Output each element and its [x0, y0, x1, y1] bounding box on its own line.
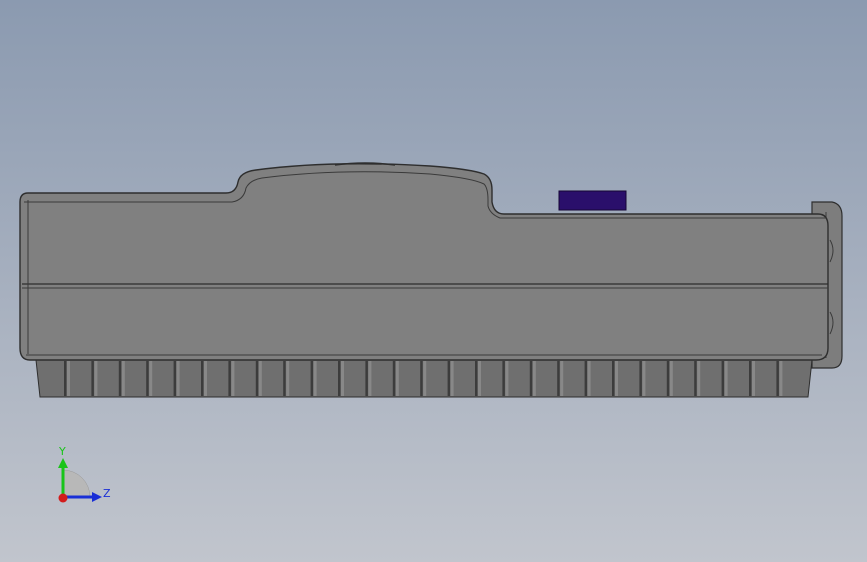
- foot-rib: [694, 361, 697, 396]
- x-axis-dot: [58, 493, 68, 503]
- foot-rib: [118, 361, 122, 396]
- foot-rib-highlight: [450, 361, 454, 396]
- foot-rib-highlight: [615, 361, 618, 396]
- foot-rib-highlight: [505, 361, 509, 396]
- foot-rib: [91, 361, 94, 396]
- foot-rib-highlight: [258, 361, 262, 396]
- foot-rib-highlight: [341, 361, 344, 396]
- foot-rib: [338, 361, 341, 396]
- foot-rib: [502, 361, 505, 396]
- foot-rib-highlight: [368, 361, 372, 396]
- foot-rib-highlight: [669, 361, 673, 396]
- y-axis-arrow: [58, 458, 68, 468]
- foot-rib: [228, 361, 231, 396]
- axis-triad: Y Z: [58, 445, 111, 503]
- foot-rib-highlight: [532, 361, 536, 396]
- foot-rib: [529, 361, 533, 396]
- foot-rib-highlight: [560, 361, 564, 396]
- foot-rib: [557, 361, 560, 396]
- foot-rib-highlight: [94, 361, 98, 396]
- foot-rib: [639, 361, 642, 396]
- foot-rib: [721, 361, 725, 396]
- power-button[interactable]: [558, 190, 627, 211]
- foot-rib-highlight: [697, 361, 701, 396]
- foot-rib: [146, 361, 149, 396]
- foot-rib: [749, 361, 752, 396]
- foot-rib-highlight: [752, 361, 755, 396]
- foot-rib-highlight: [779, 361, 783, 396]
- foot-rib-highlight: [478, 361, 481, 396]
- foot-rib: [201, 361, 204, 396]
- foot-rib-highlight: [642, 361, 646, 396]
- foot-rib: [666, 361, 670, 396]
- bottom-feet: [35, 359, 813, 398]
- foot-rib-highlight: [423, 361, 427, 396]
- foot-rib-highlight: [149, 361, 153, 396]
- foot-rib-highlight: [67, 361, 70, 396]
- foot-rib-highlight: [587, 361, 591, 396]
- foot-rib: [447, 361, 451, 396]
- model-view[interactable]: Y Z: [0, 0, 867, 562]
- foot-rib: [64, 361, 67, 396]
- main-body[interactable]: [19, 163, 829, 361]
- foot-rib-highlight: [176, 361, 180, 396]
- foot-rib: [612, 361, 615, 396]
- foot-rib-highlight: [286, 361, 290, 396]
- y-axis-label: Y: [58, 445, 66, 458]
- foot-rib-highlight: [313, 361, 317, 396]
- graphics-viewport[interactable]: Y Z: [0, 0, 867, 562]
- z-axis-label: Z: [103, 487, 111, 500]
- triad-quarter-disc: [62, 469, 91, 498]
- foot-rib-highlight: [395, 361, 399, 396]
- foot-rib: [475, 361, 478, 396]
- foot-rib-highlight: [724, 361, 728, 396]
- foot-rib: [173, 361, 177, 396]
- foot-rib: [420, 361, 423, 396]
- foot-rib: [310, 361, 314, 396]
- foot-rib: [365, 361, 368, 396]
- z-axis-arrow: [92, 492, 102, 502]
- foot-rib: [283, 361, 286, 396]
- foot-rib: [584, 361, 588, 396]
- foot-rib-highlight: [121, 361, 125, 396]
- foot-rib: [776, 361, 779, 396]
- foot-rib: [255, 361, 259, 396]
- foot-rib-highlight: [231, 361, 235, 396]
- device-model[interactable]: [19, 162, 843, 398]
- foot-rib: [392, 361, 396, 396]
- foot-rib-highlight: [204, 361, 207, 396]
